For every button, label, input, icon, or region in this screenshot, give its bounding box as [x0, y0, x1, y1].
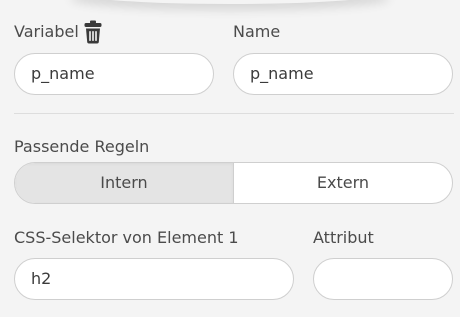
- variable-input[interactable]: p_name: [14, 53, 214, 95]
- section-divider: [14, 113, 454, 114]
- matching-rules-label: Passende Regeln: [14, 137, 150, 156]
- segment-intern[interactable]: Intern: [15, 163, 234, 203]
- segment-extern[interactable]: Extern: [234, 163, 452, 203]
- name-input[interactable]: p_name: [233, 53, 453, 95]
- attribute-input[interactable]: [313, 258, 453, 300]
- panel-top-shadow: [70, 0, 390, 4]
- matching-rules-toggle: Intern Extern: [14, 162, 453, 204]
- css-selector-label: CSS-Selektor von Element 1: [14, 228, 239, 247]
- css-selector-input[interactable]: h2: [14, 258, 294, 300]
- attribute-label: Attribut: [313, 228, 374, 247]
- variable-label: Variabel: [14, 22, 79, 41]
- name-label: Name: [233, 22, 281, 41]
- trash-icon[interactable]: [84, 20, 102, 44]
